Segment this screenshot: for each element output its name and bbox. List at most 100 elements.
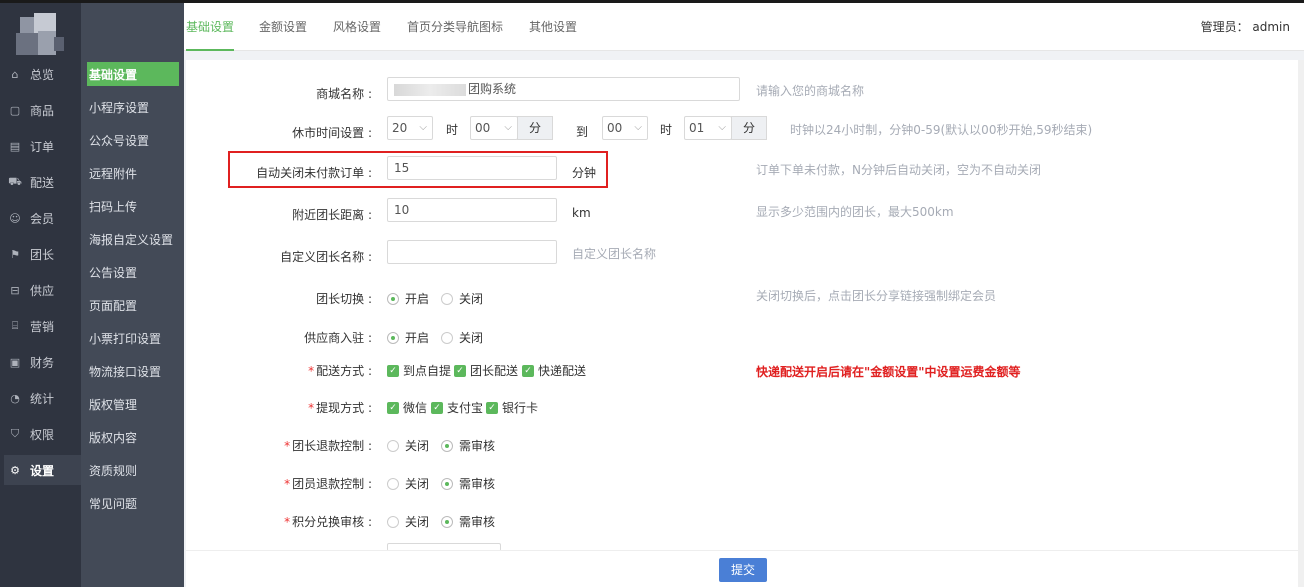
submit-button[interactable]: 提交	[719, 558, 767, 582]
radio-checked-icon	[441, 439, 453, 452]
points-review-review-radio[interactable]: 需审核	[441, 513, 495, 530]
points-review-off-radio[interactable]: 关闭	[387, 513, 429, 530]
nearby-distance-input[interactable]: 10	[387, 198, 557, 222]
nav-item-leaders[interactable]: ⚑ 团长	[4, 239, 81, 269]
goods-icon: ▢	[9, 103, 21, 117]
tab-basic[interactable]: 基础设置	[186, 3, 235, 51]
radio-checked-icon	[441, 477, 453, 490]
nav-label: 设置	[30, 463, 55, 478]
subnav-faq[interactable]: 常见问题	[87, 491, 179, 515]
subnav-copyright-manage[interactable]: 版权管理	[87, 392, 179, 416]
withdraw-label: * 提现方式 :	[308, 401, 372, 415]
nav-item-overview[interactable]: ⌂ 总览	[4, 59, 81, 89]
leader-switch-on-radio[interactable]: 开启	[387, 290, 429, 307]
tab-style[interactable]: 风格设置	[333, 3, 381, 51]
delivery-warning: 快递配送开启后请在"金额设置"中设置运费金额等	[756, 365, 1021, 379]
nav-label: 财务	[30, 355, 55, 370]
delivery-leader-checkbox[interactable]: ✓ 团长配送	[454, 362, 518, 379]
start-min-unit: 分	[517, 116, 553, 140]
check-icon: ✓	[387, 364, 399, 377]
subnav-qualification[interactable]: 资质规则	[87, 458, 179, 482]
end-hour-select[interactable]: 00 ⌵	[602, 116, 648, 140]
start-hour-select[interactable]: 20 ⌵	[387, 116, 433, 140]
subnav-logistics[interactable]: 物流接口设置	[87, 359, 179, 383]
nav-label: 营销	[30, 319, 55, 334]
leader-switch-hint: 关闭切换后，点击团长分享链接强制绑定会员	[756, 289, 997, 303]
nav-label: 商品	[30, 103, 55, 118]
auto-close-label: 自动关闭未付款订单 :	[256, 166, 372, 180]
radio-unchecked-icon	[441, 292, 453, 305]
subnav-basic-settings[interactable]: 基础设置	[87, 62, 179, 86]
admin-label: 管理员： admin	[1200, 20, 1290, 34]
chevron-down-icon: ⌵	[419, 122, 427, 133]
rest-time-hint: 时钟以24小时制，分钟0-59(默认以00秒开始,59秒结束)	[790, 123, 1093, 137]
leader-switch-off-radio[interactable]: 关闭	[441, 290, 483, 307]
logo	[16, 13, 66, 59]
withdraw-wechat-checkbox[interactable]: ✓ 微信	[387, 399, 427, 416]
redacted-text	[394, 83, 466, 96]
nav-item-settings[interactable]: ⚙ 设置	[4, 455, 81, 485]
supplier-join-on-radio[interactable]: 开启	[387, 329, 429, 346]
scrollbar[interactable]	[1298, 60, 1304, 587]
end-hour-unit: 时	[660, 123, 673, 137]
end-min-select[interactable]: 01 ⌵	[684, 116, 732, 140]
tab-amount[interactable]: 金额设置	[259, 3, 307, 51]
member-refund-review-radio[interactable]: 需审核	[441, 475, 495, 492]
subnav-receipt-print[interactable]: 小票打印设置	[87, 326, 179, 350]
auto-close-input[interactable]: 15	[387, 156, 557, 180]
subnav-scan-upload[interactable]: 扫码上传	[87, 194, 179, 218]
chart-icon: ◔	[10, 391, 20, 405]
tab-home-nav-icons[interactable]: 首页分类导航图标	[407, 3, 503, 51]
nav-label: 权限	[30, 427, 55, 442]
withdraw-alipay-checkbox[interactable]: ✓ 支付宝	[431, 399, 483, 416]
tab-other[interactable]: 其他设置	[529, 3, 577, 51]
nav-item-goods[interactable]: ▢ 商品	[4, 95, 81, 125]
finance-icon: ▣	[9, 355, 21, 369]
nav-item-orders[interactable]: ▤ 订单	[4, 131, 81, 161]
nav-item-delivery[interactable]: ⛟ 配送	[4, 167, 81, 197]
to-label: 到	[576, 125, 589, 139]
leader-switch-label: 团长切换 :	[316, 292, 372, 306]
subnav-miniprogram[interactable]: 小程序设置	[87, 95, 179, 119]
subnav-remote-attachment[interactable]: 远程附件	[87, 161, 179, 185]
check-icon: ✓	[431, 401, 443, 414]
radio-checked-icon	[387, 331, 399, 344]
auto-close-hint: 订单下单未付款，N分钟后自动关闭，空为不自动关闭	[756, 163, 1041, 177]
supplier-join-off-radio[interactable]: 关闭	[441, 329, 483, 346]
nearby-distance-unit: km	[572, 206, 591, 220]
delivery-pickup-checkbox[interactable]: ✓ 到点自提	[387, 362, 451, 379]
subnav-notice[interactable]: 公告设置	[87, 260, 179, 284]
radio-unchecked-icon	[441, 331, 453, 344]
nav-item-members[interactable]: ☺ 会员	[4, 203, 81, 233]
subnav-official-account[interactable]: 公众号设置	[87, 128, 179, 152]
chevron-down-icon: ⌵	[504, 122, 512, 133]
member-refund-label: * 团员退款控制 :	[284, 477, 372, 491]
nearby-distance-hint: 显示多少范围内的团长，最大500km	[756, 205, 954, 219]
leader-refund-off-radio[interactable]: 关闭	[387, 437, 429, 454]
radio-unchecked-icon	[387, 477, 399, 490]
rest-time-label: 休市时间设置 :	[292, 126, 372, 140]
leader-refund-review-radio[interactable]: 需审核	[441, 437, 495, 454]
radio-checked-icon	[387, 292, 399, 305]
delivery-express-checkbox[interactable]: ✓ 快递配送	[522, 362, 586, 379]
radio-unchecked-icon	[387, 515, 399, 528]
shop-name-input[interactable]: 团购系统	[387, 77, 740, 101]
nav-item-supply[interactable]: ⊟ 供应	[4, 275, 81, 305]
nav-item-finance[interactable]: ▣ 财务	[4, 347, 81, 377]
nav-item-permissions[interactable]: ⛉ 权限	[4, 419, 81, 449]
leader-name-input[interactable]	[387, 240, 557, 264]
nav-item-marketing[interactable]: ⌸ 营销	[4, 311, 81, 341]
start-hour-unit: 时	[446, 123, 459, 137]
auto-close-unit: 分钟	[572, 166, 597, 180]
nav-label: 配送	[30, 175, 55, 190]
leader-refund-label: * 团长退款控制 :	[284, 439, 372, 453]
withdraw-bank-checkbox[interactable]: ✓ 银行卡	[486, 399, 538, 416]
start-min-select[interactable]: 00 ⌵	[470, 116, 518, 140]
subnav-page-config[interactable]: 页面配置	[87, 293, 179, 317]
subnav-copyright-content[interactable]: 版权内容	[87, 425, 179, 449]
nav-item-stats[interactable]: ◔ 统计	[4, 383, 81, 413]
member-refund-off-radio[interactable]: 关闭	[387, 475, 429, 492]
supply-icon: ⊟	[10, 283, 20, 297]
shield-icon: ⛉	[10, 427, 20, 440]
subnav-poster[interactable]: 海报自定义设置	[87, 227, 179, 251]
